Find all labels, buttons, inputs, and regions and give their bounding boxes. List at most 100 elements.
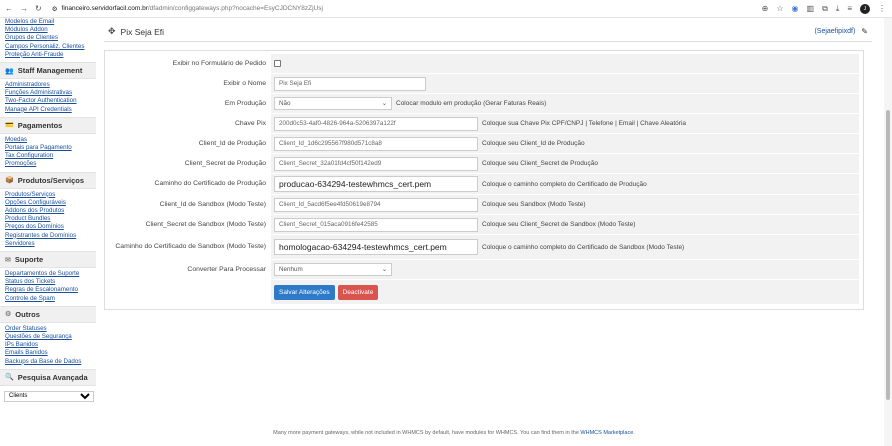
form-row: Client_Secret de Produção Coloque seu Cli… [109, 154, 859, 174]
sidebar-section-title: Pagamentos [17, 120, 63, 130]
show-on-order-form-checkbox[interactable] [274, 60, 281, 67]
sidebar-link[interactable]: Controle de Spam [0, 295, 96, 303]
edit-icon[interactable]: ✎ [861, 27, 868, 36]
sidebar-section-header: ⚙ Outros [0, 305, 96, 323]
sidebar-link[interactable]: Registrantes de Domínios [0, 232, 96, 240]
site-info-icon[interactable]: ⚙ [52, 5, 58, 13]
sidebar-link[interactable]: Order Statuses [0, 325, 96, 333]
sidebar-section-header: 🔍 Pesquisa Avançada [0, 368, 96, 386]
sidebar-toggle-icon[interactable]: ▥ [807, 4, 815, 13]
sidebar-section-title: Suporte [14, 255, 44, 265]
field-help: Coloque seu Sandbox (Modo Teste) [482, 201, 586, 208]
form-row: Salvar Alterações Deactivate [109, 280, 859, 305]
tab-list-icon[interactable]: ≡ [847, 4, 852, 13]
sidebar-link[interactable]: Backups da Base de Dados [0, 358, 96, 366]
sidebar-link[interactable]: Opções Configuráveis [0, 199, 96, 207]
field-help: Coloque seu Client_Id de Produção [482, 140, 585, 147]
sidebar-link[interactable]: Regras de Escalonamento [0, 286, 96, 294]
url-domain: financeiro.servidorfacil.com.br [61, 5, 148, 12]
setting-select[interactable]: Nenhum ⌄ [274, 263, 392, 276]
sidebar-link[interactable]: Portais para Pagamento [0, 144, 96, 152]
sidebar-section-header: 📦 Produtos/Serviços [0, 171, 96, 189]
sidebar-link[interactable]: Modelos de Email [0, 18, 96, 26]
sidebar-link[interactable]: Proteção Anti-Fraude [0, 51, 96, 59]
field-cell: Coloque seu Sandbox (Modo Teste) [271, 195, 859, 214]
sidebar-link[interactable]: Moedas [0, 136, 96, 144]
forward-icon[interactable]: → [20, 4, 28, 13]
sidebar-link[interactable]: Tax Configuration [0, 152, 96, 160]
setting-input[interactable] [274, 116, 478, 131]
sidebar-link[interactable]: Preços dos Domínios [0, 223, 96, 231]
sidebar-link[interactable]: Product Bundles [0, 215, 96, 223]
menu-icon[interactable]: ⋮ [878, 4, 886, 13]
sidebar-section-header: 💳 Pagamentos [0, 116, 96, 134]
select-value: Não [279, 100, 291, 107]
form-row: Caminho do Certificado de Sandbox (Modo … [109, 235, 859, 260]
field-label: Exibir no Formulário de Pedido [109, 59, 271, 68]
sidebar-link[interactable]: Emails Banidos [0, 349, 96, 357]
sidebar-link[interactable]: Funções Administrativas [0, 89, 96, 97]
sidebar-link[interactable]: Manage API Credentials [0, 106, 96, 114]
setting-input[interactable] [274, 156, 478, 171]
setting-input[interactable] [274, 239, 478, 255]
download-icon[interactable]: ⤓ [836, 4, 840, 14]
sidebar-link[interactable]: IPs Banidos [0, 341, 96, 349]
form-row: Exibir no Formulário de Pedido [109, 54, 859, 74]
sidebar-link[interactable]: Departamentos de Suporte [0, 270, 96, 278]
field-cell [271, 54, 859, 73]
gateway-titlebar: ✥ Pix Seja Efi (Sejaefipixdf) ✎ [104, 22, 872, 42]
browser-nav: ← → ↻ [5, 4, 42, 13]
scrollbar-thumb[interactable] [886, 110, 890, 400]
sidebar-link[interactable]: Campos Personaliz. Clientes [0, 43, 96, 51]
setting-input[interactable] [274, 197, 478, 212]
sidebar-link[interactable]: Servidores [0, 240, 96, 248]
deactivate-button[interactable]: Deactivate [337, 284, 379, 300]
avatar[interactable]: J [860, 3, 870, 14]
field-label: Exibir o Nome [109, 79, 271, 88]
field-cell: Coloque o caminho completo do Certificad… [271, 235, 859, 259]
sidebar-link[interactable]: Produtos/Serviços [0, 191, 96, 199]
marketplace-link[interactable]: WHMCS Marketplace [580, 430, 633, 436]
sidebar-link[interactable]: Administradores [0, 81, 96, 89]
setting-input[interactable] [274, 176, 478, 192]
gateway-settings-form: Exibir no Formulário de Pedido Exibir o N… [104, 50, 864, 310]
field-cell: Não ⌄ Colocar modulo em produção (Gerar Fa… [271, 94, 859, 113]
browser-toolbar: ← → ↻ ⚙ financeiro.servidorfacil.com.br/… [0, 0, 892, 18]
setting-select[interactable]: Não ⌄ [274, 97, 392, 110]
field-label: Caminho do Certificado de Produção [109, 180, 271, 188]
sidebar-section-title: Produtos/Serviços [17, 175, 84, 185]
address-bar[interactable]: ⚙ financeiro.servidorfacil.com.br/dfadmi… [52, 5, 323, 13]
form-row: Client_Id de Produção Coloque seu Client_… [109, 134, 859, 154]
field-help: Coloque sua Chave Pix CPF/CNPJ | Telefon… [482, 120, 687, 127]
setting-input[interactable] [274, 217, 478, 232]
setting-input[interactable] [274, 136, 478, 151]
save-button[interactable]: Salvar Alterações [274, 284, 335, 300]
page-scrollbar[interactable] [884, 18, 892, 446]
extension-icon[interactable]: ◉ [792, 4, 799, 13]
sidebar-link[interactable]: Módulos Addon [0, 26, 96, 34]
form-row: Chave Pix Coloque sua Chave Pix CPF/CNPJ … [109, 114, 859, 134]
back-icon[interactable]: ← [5, 4, 13, 13]
chevron-down-icon: ⌄ [381, 266, 387, 273]
sidebar-link[interactable]: Promoções [0, 160, 96, 168]
sidebar-link[interactable]: Status dos Tickets [0, 278, 96, 286]
field-cell: Coloque seu Client_Id de Produção [271, 134, 859, 153]
move-icon[interactable]: ✥ [108, 26, 116, 37]
sidebar-link[interactable]: Questões de Segurança [0, 333, 96, 341]
field-cell: Coloque seu Client_Secret de Sandbox (Mo… [271, 215, 859, 234]
reload-icon[interactable]: ↻ [35, 4, 42, 13]
field-label: Client_Id de Sandbox (Modo Teste) [109, 200, 271, 209]
sidebar-link[interactable]: Two-Factor Authentication [0, 97, 96, 105]
field-help: Colocar modulo em produção (Gerar Fatura… [396, 100, 547, 107]
field-cell: Coloque o caminho completo do Certificad… [271, 174, 859, 194]
sidebar-link[interactable]: Addons dos Produtos [0, 207, 96, 215]
advanced-search-select[interactable]: Clients [4, 390, 94, 402]
puzzle-icon[interactable]: ⧉ [822, 4, 828, 14]
bookmark-star-icon[interactable]: ☆ [776, 4, 783, 13]
field-label: Client_Id de Produção [109, 139, 271, 148]
zoom-icon[interactable]: ⊕ [762, 4, 769, 13]
setting-input[interactable] [274, 76, 426, 91]
form-actions: Salvar Alterações Deactivate [274, 284, 379, 300]
sidebar-link[interactable]: Grupos de Clientes [0, 34, 96, 42]
money-icon: 💳 [5, 122, 14, 130]
